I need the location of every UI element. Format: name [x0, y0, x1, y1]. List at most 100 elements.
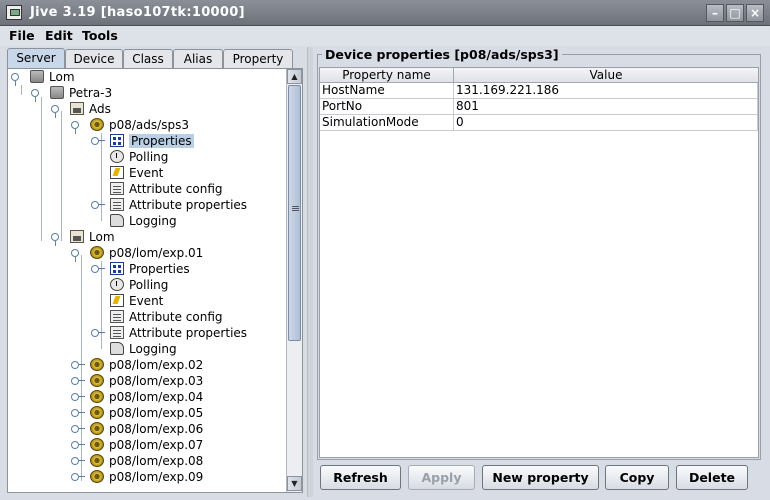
- table-cell-value[interactable]: 0: [454, 115, 758, 131]
- tree-node-root[interactable]: Lom: [10, 69, 75, 86]
- copy-button[interactable]: Copy: [605, 465, 669, 490]
- scroll-thumb[interactable]: [288, 85, 301, 341]
- device-icon: [90, 470, 104, 483]
- tab-property[interactable]: Property: [223, 49, 293, 69]
- tree-node-attribute-config[interactable]: Attribute config: [110, 309, 223, 325]
- properties-icon: [110, 134, 124, 147]
- properties-table: Property name Value HostName 131.169.221…: [319, 67, 759, 458]
- tree-node-device[interactable]: p08/lom/exp.06: [70, 421, 203, 437]
- tree-line: [21, 85, 22, 95]
- server-tree: Lom Petra-3 Ads p08/ads/sps3 Properties …: [8, 69, 288, 492]
- apply-button[interactable]: Apply: [408, 465, 475, 490]
- tree-node-device[interactable]: p08/lom/exp.09: [70, 469, 203, 485]
- tree-node-logging[interactable]: Logging: [110, 213, 177, 229]
- event-icon: [110, 294, 124, 307]
- minimize-icon[interactable]: –: [706, 4, 724, 22]
- table-cell-value[interactable]: 801: [454, 99, 758, 115]
- tree-node-event[interactable]: Event: [110, 165, 163, 181]
- attribute-properties-icon: [110, 326, 124, 339]
- collapsed-handle-icon[interactable]: [90, 328, 105, 338]
- maximize-icon[interactable]: □: [726, 4, 744, 22]
- table-cell-property-name[interactable]: PortNo: [320, 99, 454, 115]
- table-cell-property-name[interactable]: HostName: [320, 83, 454, 99]
- expand-handle-icon[interactable]: [10, 72, 20, 86]
- tree-node-attribute-properties[interactable]: Attribute properties: [90, 197, 247, 213]
- properties-icon: [110, 262, 124, 275]
- server-icon: [50, 86, 64, 99]
- tree-node-attribute-config[interactable]: Attribute config: [110, 181, 223, 197]
- expand-handle-icon[interactable]: [70, 120, 80, 134]
- device-icon: [90, 406, 104, 419]
- column-header-value[interactable]: Value: [454, 68, 758, 83]
- window-title: Jive 3.19 [haso107tk:10000]: [30, 5, 245, 20]
- collapsed-handle-icon[interactable]: [90, 200, 105, 210]
- scroll-down-icon[interactable]: ▼: [287, 476, 302, 491]
- menu-file[interactable]: File: [9, 28, 35, 43]
- close-icon[interactable]: ×: [746, 4, 764, 22]
- tree-line: [61, 111, 62, 241]
- collapsed-handle-icon[interactable]: [70, 472, 85, 482]
- tree-node-properties[interactable]: Properties: [90, 133, 194, 149]
- tree-node-device[interactable]: p08/lom/exp.01: [70, 245, 203, 262]
- tree-node-properties[interactable]: Properties: [90, 261, 190, 277]
- device-icon: [90, 246, 104, 259]
- tree-node-device[interactable]: p08/lom/exp.05: [70, 405, 203, 421]
- polling-icon: [110, 150, 124, 163]
- collapsed-handle-icon[interactable]: [70, 440, 85, 450]
- table-cell-value[interactable]: 131.169.221.186: [454, 83, 758, 99]
- expand-handle-icon[interactable]: [50, 104, 60, 118]
- collapsed-handle-icon[interactable]: [90, 264, 105, 274]
- tree-node-logging[interactable]: Logging: [110, 341, 177, 357]
- tree-node-device[interactable]: p08/lom/exp.03: [70, 373, 203, 389]
- collapsed-handle-icon[interactable]: [70, 424, 85, 434]
- tree-node-group-ads[interactable]: Ads: [50, 101, 111, 118]
- column-header-property-name[interactable]: Property name: [320, 68, 454, 83]
- delete-button[interactable]: Delete: [676, 465, 748, 490]
- tree-scrollbar[interactable]: ▲ ▼: [286, 69, 302, 492]
- expand-handle-icon[interactable]: [50, 232, 60, 246]
- menu-bar: File Edit Tools: [0, 26, 770, 46]
- device-properties-title: Device properties [p08/ads/sps3]: [322, 47, 562, 62]
- tree-node-event[interactable]: Event: [110, 293, 163, 309]
- expand-handle-icon[interactable]: [30, 88, 40, 102]
- split-pane-divider[interactable]: [307, 47, 313, 497]
- refresh-button[interactable]: Refresh: [320, 465, 401, 490]
- tree-node-group-lom[interactable]: Lom: [50, 229, 115, 246]
- collapsed-handle-icon[interactable]: [70, 392, 85, 402]
- collapsed-handle-icon[interactable]: [70, 360, 85, 370]
- tree-node-polling[interactable]: Polling: [110, 277, 168, 293]
- device-icon: [90, 358, 104, 371]
- tab-server[interactable]: Server: [7, 48, 65, 69]
- device-icon: [90, 374, 104, 387]
- host-icon: [30, 70, 44, 83]
- scroll-up-icon[interactable]: ▲: [287, 69, 302, 84]
- tree-node-device[interactable]: p08/lom/exp.02: [70, 357, 203, 373]
- tab-device[interactable]: Device: [65, 49, 123, 69]
- tree-node-attribute-properties[interactable]: Attribute properties: [90, 325, 247, 341]
- table-cell-property-name[interactable]: SimulationMode: [320, 115, 454, 131]
- collapsed-handle-icon[interactable]: [70, 376, 85, 386]
- tab-class[interactable]: Class: [123, 49, 173, 69]
- collapsed-handle-icon[interactable]: [70, 408, 85, 418]
- title-bar: Jive 3.19 [haso107tk:10000] – □ ×: [0, 0, 770, 26]
- device-icon: [90, 390, 104, 403]
- server-class-icon: [70, 102, 84, 115]
- tree-node-server[interactable]: Petra-3: [30, 85, 112, 102]
- logging-icon: [110, 342, 124, 355]
- logging-icon: [110, 214, 124, 227]
- collapsed-handle-icon[interactable]: [70, 456, 85, 466]
- collapsed-handle-icon[interactable]: [90, 136, 105, 146]
- event-icon: [110, 166, 124, 179]
- tree-node-device[interactable]: p08/lom/exp.04: [70, 389, 203, 405]
- menu-edit[interactable]: Edit: [45, 28, 73, 43]
- expand-handle-icon[interactable]: [70, 248, 80, 262]
- tree-node-device[interactable]: p08/lom/exp.08: [70, 453, 203, 469]
- tree-node-polling[interactable]: Polling: [110, 149, 168, 165]
- tab-alias[interactable]: Alias: [173, 49, 223, 69]
- new-property-button[interactable]: New property: [482, 465, 599, 490]
- menu-tools[interactable]: Tools: [82, 28, 118, 43]
- tree-node-device[interactable]: p08/ads/sps3: [70, 117, 189, 134]
- app-icon: [6, 5, 22, 20]
- tree-node-device[interactable]: p08/lom/exp.07: [70, 437, 203, 453]
- device-icon: [90, 454, 104, 467]
